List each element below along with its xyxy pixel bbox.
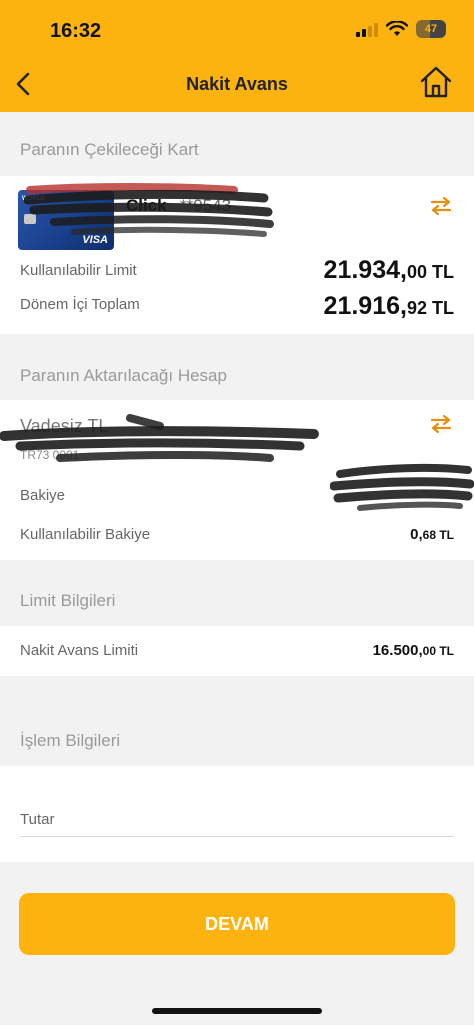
transaction-section-title: İşlem Bilgileri	[20, 731, 121, 750]
available-balance-value: 0,68 TL	[410, 526, 454, 543]
amount-underline	[20, 836, 454, 837]
available-balance-label: Kullanılabilir Bakiye	[20, 526, 151, 543]
card-section-title: Paranın Çekileceği Kart	[20, 140, 199, 159]
account-name: Vadesiz TL	[20, 416, 109, 436]
balance-label: Bakiye	[20, 487, 66, 504]
top-bar: 16:32 47 Nakit Avans	[0, 0, 474, 112]
status-time: 16:32	[50, 20, 102, 42]
card-image: WORLD VISA	[18, 190, 114, 250]
available-limit-value: 21.934,00 TL	[323, 256, 454, 284]
available-limit-label: Kullanılabilir Limit	[20, 262, 137, 279]
battery-level: 47	[424, 23, 438, 35]
home-indicator	[152, 1008, 322, 1014]
period-total-value: 21.916,92 TL	[323, 292, 454, 320]
period-total-label: Dönem İçi Toplam	[20, 296, 140, 313]
card-brand-label: WORLD	[22, 196, 45, 202]
transaction-section-header: İşlem Bilgileri	[0, 676, 474, 766]
card-section-header: Paranın Çekileceği Kart	[0, 112, 474, 176]
home-icon	[420, 66, 452, 98]
visa-logo: VISA	[82, 234, 108, 246]
home-button[interactable]	[418, 64, 454, 100]
limit-section-header: Limit Bilgileri	[0, 560, 474, 626]
swap-arrows-icon	[430, 414, 452, 434]
change-card-button[interactable]	[430, 196, 452, 216]
change-account-button[interactable]	[430, 414, 452, 434]
card-chip	[24, 214, 36, 224]
account-section-header: Paranın Aktarılacağı Hesap	[0, 334, 474, 400]
limit-section-title: Limit Bilgileri	[20, 591, 116, 610]
wifi-icon	[386, 21, 408, 36]
cellular-signal-icon	[356, 21, 378, 37]
swap-arrows-icon	[430, 196, 452, 216]
continue-button[interactable]: DEVAM	[19, 893, 455, 955]
card-name: Click	[126, 196, 167, 215]
amount-input[interactable]	[20, 780, 454, 832]
page-title: Nakit Avans	[186, 74, 288, 94]
account-section-title: Paranın Aktarılacağı Hesap	[20, 366, 227, 385]
battery-icon: 47	[416, 20, 446, 38]
cash-advance-limit-label: Nakit Avans Limiti	[20, 642, 139, 659]
cash-advance-limit-value: 16.500,00 TL	[372, 642, 454, 659]
card-number: **9543	[180, 196, 232, 215]
status-icons: 47	[356, 20, 446, 38]
account-number: TR73 0001	[20, 448, 80, 462]
